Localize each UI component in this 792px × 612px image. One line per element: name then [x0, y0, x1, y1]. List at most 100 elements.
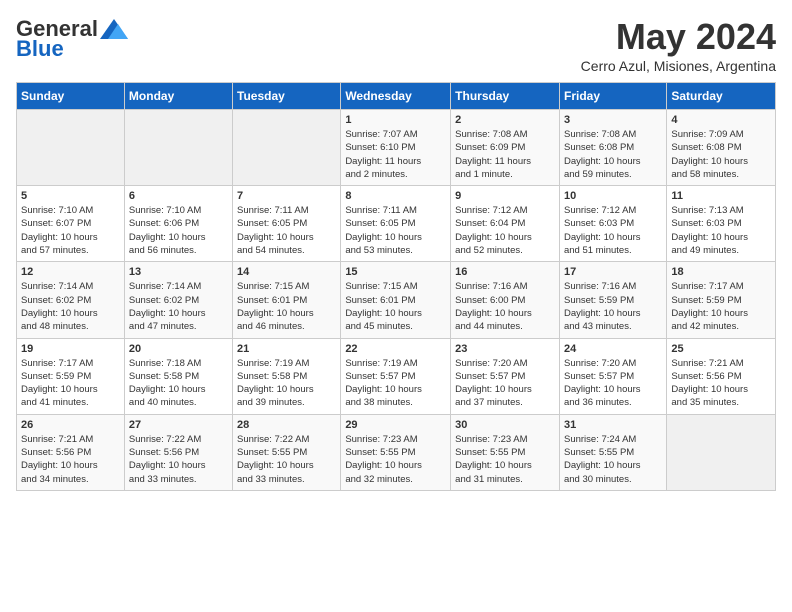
day-number: 15 — [345, 266, 446, 278]
day-info: Sunrise: 7:11 AM Sunset: 6:05 PM Dayligh… — [345, 204, 446, 257]
day-number: 10 — [564, 190, 662, 202]
col-header-tuesday: Tuesday — [233, 83, 341, 110]
day-cell: 12 Sunrise: 7:14 AM Sunset: 6:02 PM Dayli… — [17, 262, 125, 338]
day-number: 21 — [237, 343, 336, 355]
day-info: Sunrise: 7:18 AM Sunset: 5:58 PM Dayligh… — [129, 357, 228, 410]
day-number: 9 — [455, 190, 555, 202]
day-number: 30 — [455, 419, 555, 431]
day-cell: 9 Sunrise: 7:12 AM Sunset: 6:04 PM Daylig… — [451, 186, 560, 262]
day-info: Sunrise: 7:08 AM Sunset: 6:09 PM Dayligh… — [455, 128, 555, 181]
day-number: 24 — [564, 343, 662, 355]
day-info: Sunrise: 7:11 AM Sunset: 6:05 PM Dayligh… — [237, 204, 336, 257]
day-number: 8 — [345, 190, 446, 202]
logo-icon — [100, 19, 128, 39]
day-cell — [667, 414, 776, 490]
day-info: Sunrise: 7:19 AM Sunset: 5:58 PM Dayligh… — [237, 357, 336, 410]
day-cell: 24 Sunrise: 7:20 AM Sunset: 5:57 PM Dayli… — [559, 338, 666, 414]
logo: General Blue — [16, 16, 128, 62]
day-cell: 20 Sunrise: 7:18 AM Sunset: 5:58 PM Dayli… — [124, 338, 232, 414]
logo-blue: Blue — [16, 36, 64, 62]
day-cell: 29 Sunrise: 7:23 AM Sunset: 5:55 PM Dayli… — [341, 414, 451, 490]
day-number: 17 — [564, 266, 662, 278]
day-number: 18 — [671, 266, 771, 278]
day-info: Sunrise: 7:14 AM Sunset: 6:02 PM Dayligh… — [21, 280, 120, 333]
day-info: Sunrise: 7:10 AM Sunset: 6:07 PM Dayligh… — [21, 204, 120, 257]
day-info: Sunrise: 7:07 AM Sunset: 6:10 PM Dayligh… — [345, 128, 446, 181]
day-number: 12 — [21, 266, 120, 278]
day-info: Sunrise: 7:08 AM Sunset: 6:08 PM Dayligh… — [564, 128, 662, 181]
day-info: Sunrise: 7:17 AM Sunset: 5:59 PM Dayligh… — [671, 280, 771, 333]
day-cell: 4Sunrise: 7:09 AM Sunset: 6:08 PM Daylig… — [667, 110, 776, 186]
day-cell: 14Sunrise: 7:15 AM Sunset: 6:01 PM Dayli… — [233, 262, 341, 338]
month-title: May 2024 — [581, 16, 776, 58]
day-cell: 17 Sunrise: 7:16 AM Sunset: 5:59 PM Dayli… — [559, 262, 666, 338]
day-cell: 19Sunrise: 7:17 AM Sunset: 5:59 PM Dayli… — [17, 338, 125, 414]
day-info: Sunrise: 7:09 AM Sunset: 6:08 PM Dayligh… — [671, 128, 771, 181]
day-info: Sunrise: 7:12 AM Sunset: 6:04 PM Dayligh… — [455, 204, 555, 257]
day-number: 6 — [129, 190, 228, 202]
day-number: 7 — [237, 190, 336, 202]
col-header-friday: Friday — [559, 83, 666, 110]
day-cell: 2 Sunrise: 7:08 AM Sunset: 6:09 PM Daylig… — [451, 110, 560, 186]
day-cell: 28 Sunrise: 7:22 AM Sunset: 5:55 PM Dayli… — [233, 414, 341, 490]
day-number: 28 — [237, 419, 336, 431]
day-number: 2 — [455, 114, 555, 126]
header-row: SundayMondayTuesdayWednesdayThursdayFrid… — [17, 83, 776, 110]
day-cell — [233, 110, 341, 186]
day-cell: 18 Sunrise: 7:17 AM Sunset: 5:59 PM Dayli… — [667, 262, 776, 338]
day-cell: 8 Sunrise: 7:11 AM Sunset: 6:05 PM Daylig… — [341, 186, 451, 262]
col-header-monday: Monday — [124, 83, 232, 110]
day-cell — [17, 110, 125, 186]
col-header-thursday: Thursday — [451, 83, 560, 110]
day-number: 5 — [21, 190, 120, 202]
day-info: Sunrise: 7:23 AM Sunset: 5:55 PM Dayligh… — [345, 433, 446, 486]
week-row-3: 12 Sunrise: 7:14 AM Sunset: 6:02 PM Dayli… — [17, 262, 776, 338]
day-cell: 22 Sunrise: 7:19 AM Sunset: 5:57 PM Dayli… — [341, 338, 451, 414]
day-cell: 11Sunrise: 7:13 AM Sunset: 6:03 PM Dayli… — [667, 186, 776, 262]
day-info: Sunrise: 7:21 AM Sunset: 5:56 PM Dayligh… — [21, 433, 120, 486]
col-header-wednesday: Wednesday — [341, 83, 451, 110]
day-cell: 13Sunrise: 7:14 AM Sunset: 6:02 PM Dayli… — [124, 262, 232, 338]
day-info: Sunrise: 7:17 AM Sunset: 5:59 PM Dayligh… — [21, 357, 120, 410]
day-number: 16 — [455, 266, 555, 278]
week-row-4: 19Sunrise: 7:17 AM Sunset: 5:59 PM Dayli… — [17, 338, 776, 414]
day-cell: 31Sunrise: 7:24 AM Sunset: 5:55 PM Dayli… — [559, 414, 666, 490]
day-info: Sunrise: 7:14 AM Sunset: 6:02 PM Dayligh… — [129, 280, 228, 333]
day-cell: 1 Sunrise: 7:07 AM Sunset: 6:10 PM Daylig… — [341, 110, 451, 186]
day-info: Sunrise: 7:12 AM Sunset: 6:03 PM Dayligh… — [564, 204, 662, 257]
week-row-1: 1 Sunrise: 7:07 AM Sunset: 6:10 PM Daylig… — [17, 110, 776, 186]
day-cell: 25Sunrise: 7:21 AM Sunset: 5:56 PM Dayli… — [667, 338, 776, 414]
day-info: Sunrise: 7:20 AM Sunset: 5:57 PM Dayligh… — [455, 357, 555, 410]
day-info: Sunrise: 7:23 AM Sunset: 5:55 PM Dayligh… — [455, 433, 555, 486]
day-number: 29 — [345, 419, 446, 431]
day-info: Sunrise: 7:10 AM Sunset: 6:06 PM Dayligh… — [129, 204, 228, 257]
day-info: Sunrise: 7:20 AM Sunset: 5:57 PM Dayligh… — [564, 357, 662, 410]
day-number: 3 — [564, 114, 662, 126]
week-row-2: 5 Sunrise: 7:10 AM Sunset: 6:07 PM Daylig… — [17, 186, 776, 262]
day-info: Sunrise: 7:15 AM Sunset: 6:01 PM Dayligh… — [345, 280, 446, 333]
day-cell: 15 Sunrise: 7:15 AM Sunset: 6:01 PM Dayli… — [341, 262, 451, 338]
day-number: 26 — [21, 419, 120, 431]
location-subtitle: Cerro Azul, Misiones, Argentina — [581, 58, 776, 74]
day-number: 1 — [345, 114, 446, 126]
day-cell: 30 Sunrise: 7:23 AM Sunset: 5:55 PM Dayli… — [451, 414, 560, 490]
day-cell: 26 Sunrise: 7:21 AM Sunset: 5:56 PM Dayli… — [17, 414, 125, 490]
day-info: Sunrise: 7:22 AM Sunset: 5:55 PM Dayligh… — [237, 433, 336, 486]
day-info: Sunrise: 7:16 AM Sunset: 6:00 PM Dayligh… — [455, 280, 555, 333]
day-number: 20 — [129, 343, 228, 355]
day-info: Sunrise: 7:22 AM Sunset: 5:56 PM Dayligh… — [129, 433, 228, 486]
title-area: May 2024 Cerro Azul, Misiones, Argentina — [581, 16, 776, 74]
day-number: 27 — [129, 419, 228, 431]
day-info: Sunrise: 7:13 AM Sunset: 6:03 PM Dayligh… — [671, 204, 771, 257]
day-info: Sunrise: 7:19 AM Sunset: 5:57 PM Dayligh… — [345, 357, 446, 410]
day-cell: 10 Sunrise: 7:12 AM Sunset: 6:03 PM Dayli… — [559, 186, 666, 262]
day-cell: 16 Sunrise: 7:16 AM Sunset: 6:00 PM Dayli… — [451, 262, 560, 338]
day-number: 22 — [345, 343, 446, 355]
day-cell: 27 Sunrise: 7:22 AM Sunset: 5:56 PM Dayli… — [124, 414, 232, 490]
day-info: Sunrise: 7:16 AM Sunset: 5:59 PM Dayligh… — [564, 280, 662, 333]
day-number: 14 — [237, 266, 336, 278]
day-info: Sunrise: 7:21 AM Sunset: 5:56 PM Dayligh… — [671, 357, 771, 410]
calendar-table: SundayMondayTuesdayWednesdayThursdayFrid… — [16, 82, 776, 491]
day-cell: 5 Sunrise: 7:10 AM Sunset: 6:07 PM Daylig… — [17, 186, 125, 262]
day-info: Sunrise: 7:24 AM Sunset: 5:55 PM Dayligh… — [564, 433, 662, 486]
